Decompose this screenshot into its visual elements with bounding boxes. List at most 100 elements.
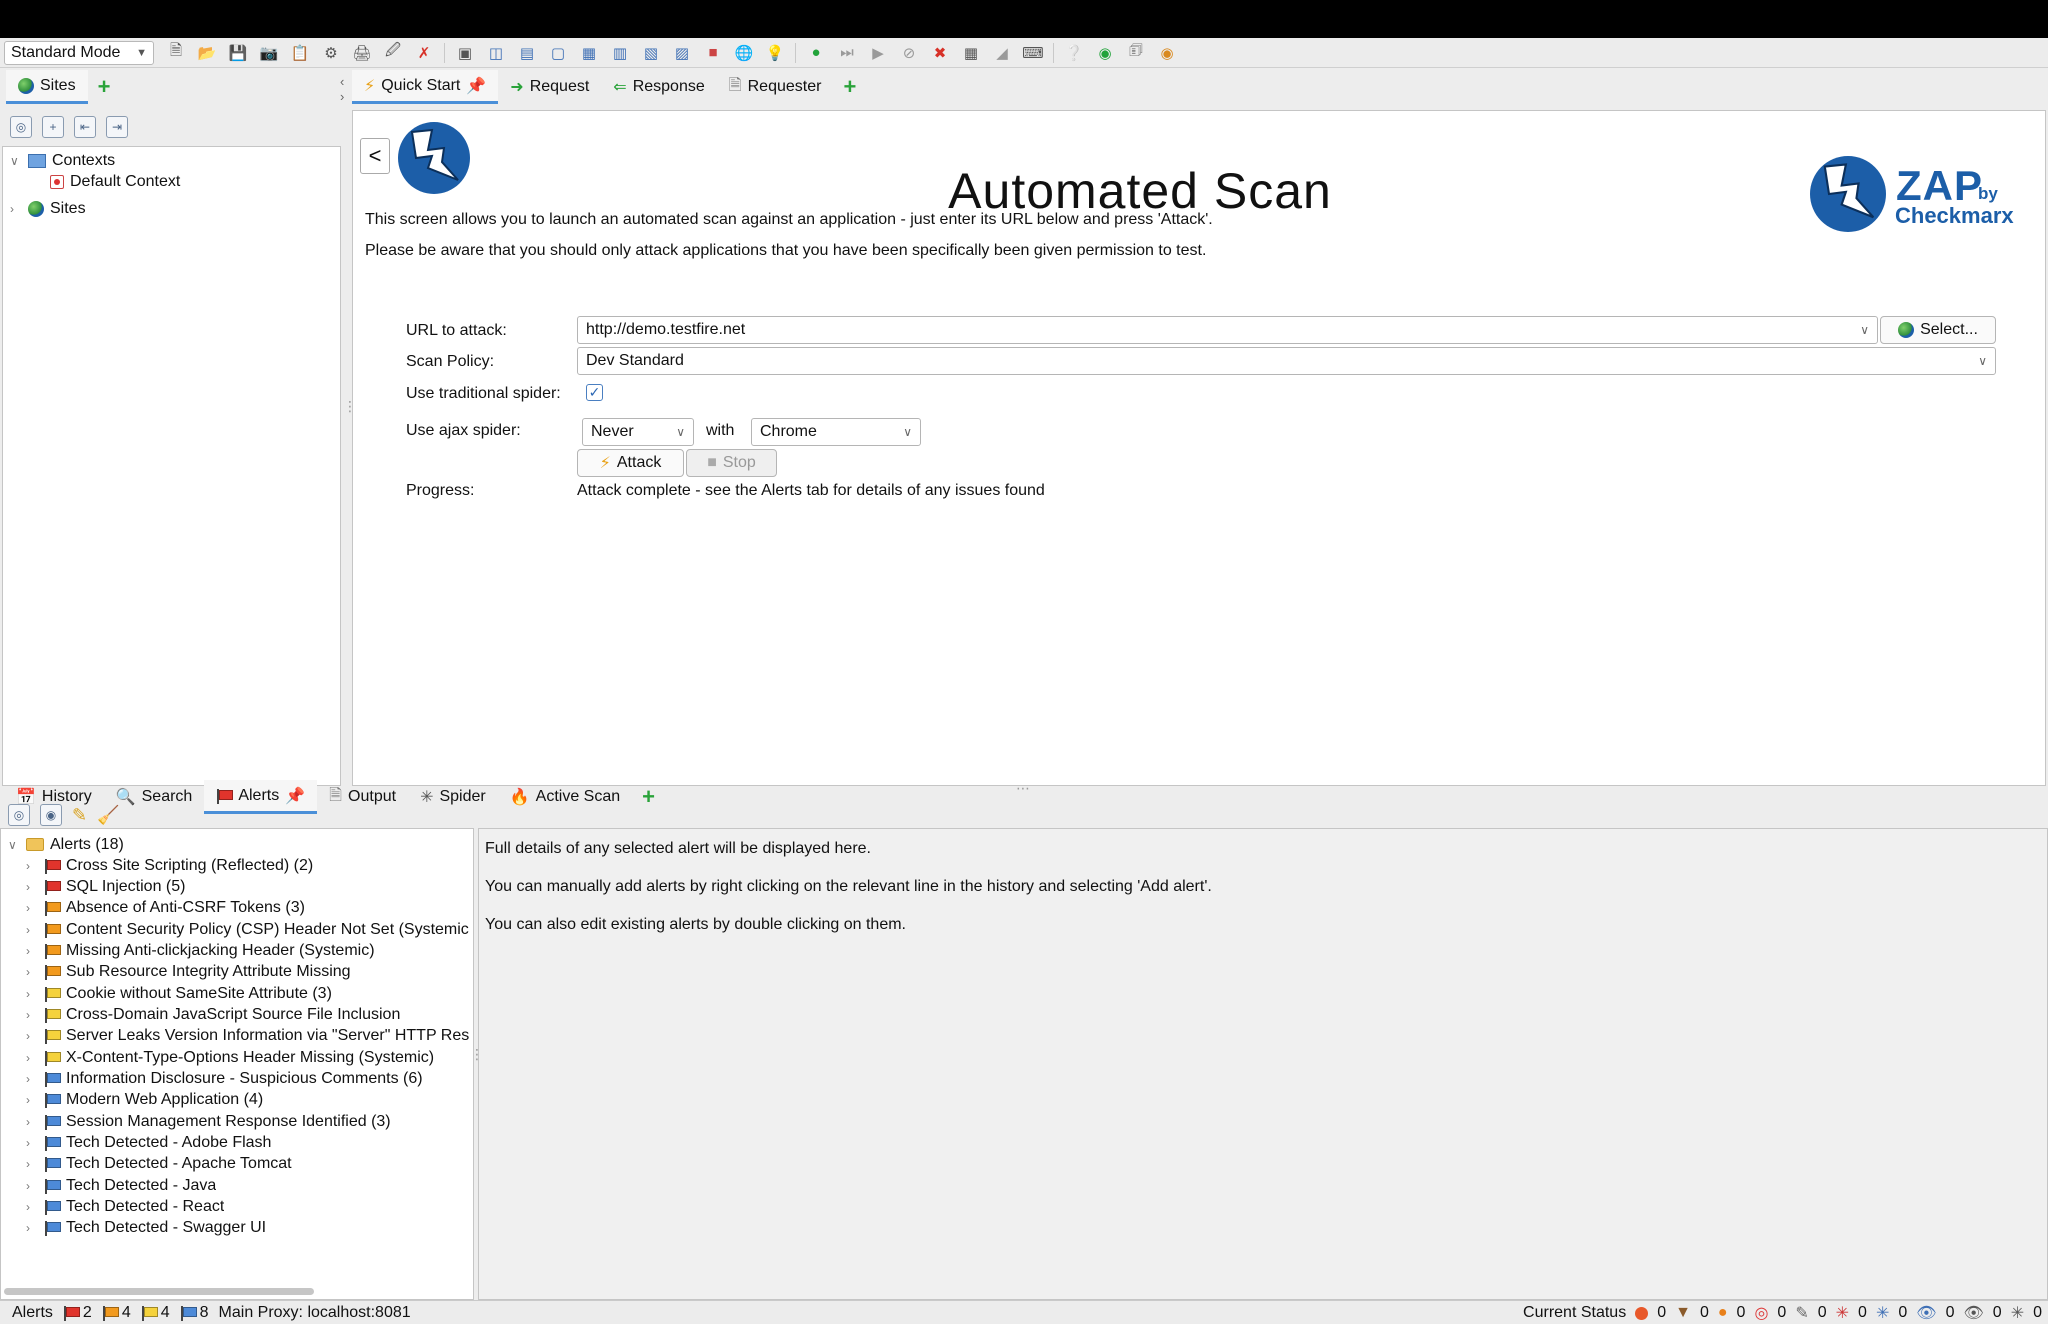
- chevron-down-icon[interactable]: ∨: [1860, 323, 1869, 337]
- chevron-right-icon[interactable]: ›: [26, 923, 38, 937]
- scan-policy-select[interactable]: Dev Standard ∨: [577, 347, 1996, 375]
- tab-response[interactable]: ⇐ Response: [601, 70, 716, 104]
- layout-tabs-icon[interactable]: ▢: [544, 40, 572, 66]
- target-icon[interactable]: ◎: [10, 116, 32, 138]
- alert-item[interactable]: › SQL Injection (5): [26, 876, 185, 897]
- stop-button[interactable]: ■ Stop: [686, 449, 777, 477]
- chevron-right-icon[interactable]: ›: [26, 944, 38, 958]
- edit-icon[interactable]: 🖉: [379, 40, 407, 66]
- options-gear-icon[interactable]: ⚙: [317, 40, 345, 66]
- alert-item[interactable]: › Tech Detected - Java: [26, 1175, 216, 1196]
- chevron-down-icon[interactable]: ∨: [903, 425, 912, 439]
- alert-item[interactable]: › X-Content-Type-Options Header Missing (…: [26, 1047, 434, 1068]
- alert-item[interactable]: › Tech Detected - Apache Tomcat: [26, 1154, 292, 1175]
- tab-quick-start[interactable]: ⚡ Quick Start 📌: [352, 70, 499, 104]
- browser-select[interactable]: Chrome ∨: [751, 418, 921, 446]
- ajax-spider-select[interactable]: Never ∨: [582, 418, 694, 446]
- fuzzer-icon[interactable]: ◢: [988, 40, 1016, 66]
- snapshot-icon[interactable]: 📷: [255, 40, 283, 66]
- tab-request[interactable]: ➜ Request: [498, 70, 601, 104]
- break-on-all-icon[interactable]: ●: [802, 40, 830, 66]
- import-context-icon[interactable]: ⇤: [74, 116, 96, 138]
- alert-item[interactable]: › Tech Detected - Adobe Flash: [26, 1133, 271, 1154]
- chevron-down-icon[interactable]: ∨: [10, 154, 22, 168]
- back-button[interactable]: <: [360, 138, 390, 174]
- open-session-icon[interactable]: 📂: [193, 40, 221, 66]
- select-button[interactable]: Select...: [1880, 316, 1996, 344]
- edit-pencil-icon[interactable]: ✎: [72, 805, 87, 826]
- attack-button[interactable]: ⚡ Attack: [577, 449, 684, 477]
- add-tab-icon[interactable]: +: [632, 786, 665, 808]
- chevron-right-icon[interactable]: ›: [26, 901, 38, 915]
- tools-cross-icon[interactable]: ✖: [926, 40, 954, 66]
- tab-alerts[interactable]: Alerts 📌: [204, 780, 318, 814]
- chevron-right-icon[interactable]: ›: [26, 1072, 38, 1086]
- alert-item[interactable]: › Cookie without SameSite Attribute (3): [26, 983, 332, 1004]
- alert-item[interactable]: › Session Management Response Identified …: [26, 1111, 391, 1132]
- delete-icon[interactable]: ✗: [410, 40, 438, 66]
- url-input[interactable]: http://demo.testfire.net ∨: [577, 316, 1878, 344]
- chevron-right-icon[interactable]: ›: [26, 987, 38, 1001]
- alert-item[interactable]: › Tech Detected - Swagger UI: [26, 1218, 266, 1239]
- layout-left-icon[interactable]: ◫: [482, 40, 510, 66]
- alert-item[interactable]: › Tech Detected - React: [26, 1197, 224, 1218]
- pin-tabs-icon[interactable]: ▥: [606, 40, 634, 66]
- hide-tabs-icon[interactable]: ▧: [637, 40, 665, 66]
- chevron-right-icon[interactable]: ›: [26, 1179, 38, 1193]
- chevron-right-icon[interactable]: ›: [26, 965, 38, 979]
- broom-icon[interactable]: 🧹: [97, 805, 119, 826]
- tree-sites[interactable]: › Sites: [10, 198, 86, 220]
- tab-requester[interactable]: 🗎 Requester: [717, 70, 834, 104]
- layout-bottom-icon[interactable]: ▤: [513, 40, 541, 66]
- pin-icon[interactable]: 📌: [466, 76, 486, 96]
- continue-icon[interactable]: ▶: [864, 40, 892, 66]
- step-icon[interactable]: ⏭: [833, 40, 861, 66]
- chevron-right-icon[interactable]: ›: [26, 1200, 38, 1214]
- tab-active-scan[interactable]: 🔥 Active Scan: [498, 780, 632, 814]
- alert-item[interactable]: › Missing Anti-clickjacking Header (Syste…: [26, 940, 375, 961]
- tab-view-icon[interactable]: ▨: [668, 40, 696, 66]
- alerts-root[interactable]: ∨ Alerts (18): [8, 834, 124, 855]
- chevron-right-icon[interactable]: ›: [26, 1051, 38, 1065]
- add-tab-icon[interactable]: +: [88, 76, 121, 98]
- alert-item[interactable]: › Sub Resource Integrity Attribute Missin…: [26, 962, 351, 983]
- alert-item[interactable]: › Modern Web Application (4): [26, 1090, 263, 1111]
- console-icon[interactable]: ⌨: [1019, 40, 1047, 66]
- tree-contexts[interactable]: ∨ Contexts: [10, 150, 115, 172]
- tab-spider[interactable]: ✳ Spider: [408, 780, 498, 814]
- chevron-right-icon[interactable]: ›: [26, 1136, 38, 1150]
- save-session-icon[interactable]: 💾: [224, 40, 252, 66]
- tree-default-context[interactable]: Default Context: [50, 171, 180, 193]
- lightbulb-icon[interactable]: 💡: [761, 40, 789, 66]
- scan-policy-icon[interactable]: ▦: [957, 40, 985, 66]
- hud-icon[interactable]: ◉: [1091, 40, 1119, 66]
- tab-output[interactable]: 🗎 Output: [317, 780, 408, 814]
- chevron-right-icon[interactable]: ›: [26, 1029, 38, 1043]
- alert-item[interactable]: › Absence of Anti-CSRF Tokens (3): [26, 898, 305, 919]
- refresh-globe-icon[interactable]: 🌐: [730, 40, 758, 66]
- chevron-right-icon[interactable]: ›: [26, 880, 38, 894]
- horizontal-scrollbar[interactable]: [4, 1288, 314, 1295]
- add-tab-icon[interactable]: +: [833, 76, 866, 98]
- collapse-left-icon[interactable]: ‹ ›: [340, 74, 344, 104]
- alert-item[interactable]: › Cross-Domain JavaScript Source File Inc…: [26, 1004, 400, 1025]
- splitter-handle-icon[interactable]: ⋮: [470, 1046, 484, 1063]
- chevron-right-icon[interactable]: ›: [26, 1115, 38, 1129]
- layout-full-icon[interactable]: ▣: [451, 40, 479, 66]
- chevron-right-icon[interactable]: ›: [26, 859, 38, 873]
- alert-item[interactable]: › Information Disclosure - Suspicious Com…: [26, 1069, 423, 1090]
- firefox-icon[interactable]: ◉: [1153, 40, 1181, 66]
- show-tabs-icon[interactable]: ▦: [575, 40, 603, 66]
- tab-sites[interactable]: Sites: [6, 70, 88, 104]
- pin-icon[interactable]: 📌: [285, 786, 305, 806]
- chevron-right-icon[interactable]: ›: [26, 1221, 38, 1235]
- help-icon[interactable]: ❔: [1060, 40, 1088, 66]
- mode-select[interactable]: Standard Mode ▼: [4, 40, 154, 65]
- filter-icon[interactable]: ◉: [40, 804, 62, 826]
- target-icon[interactable]: ◎: [8, 804, 30, 826]
- new-context-icon[interactable]: +: [42, 116, 64, 138]
- chevron-right-icon[interactable]: ›: [10, 202, 22, 216]
- splitter-handle-icon[interactable]: ⋯: [1016, 780, 1031, 797]
- chevron-down-icon[interactable]: ∨: [1978, 354, 1987, 368]
- report-icon[interactable]: 🗊: [1122, 40, 1150, 66]
